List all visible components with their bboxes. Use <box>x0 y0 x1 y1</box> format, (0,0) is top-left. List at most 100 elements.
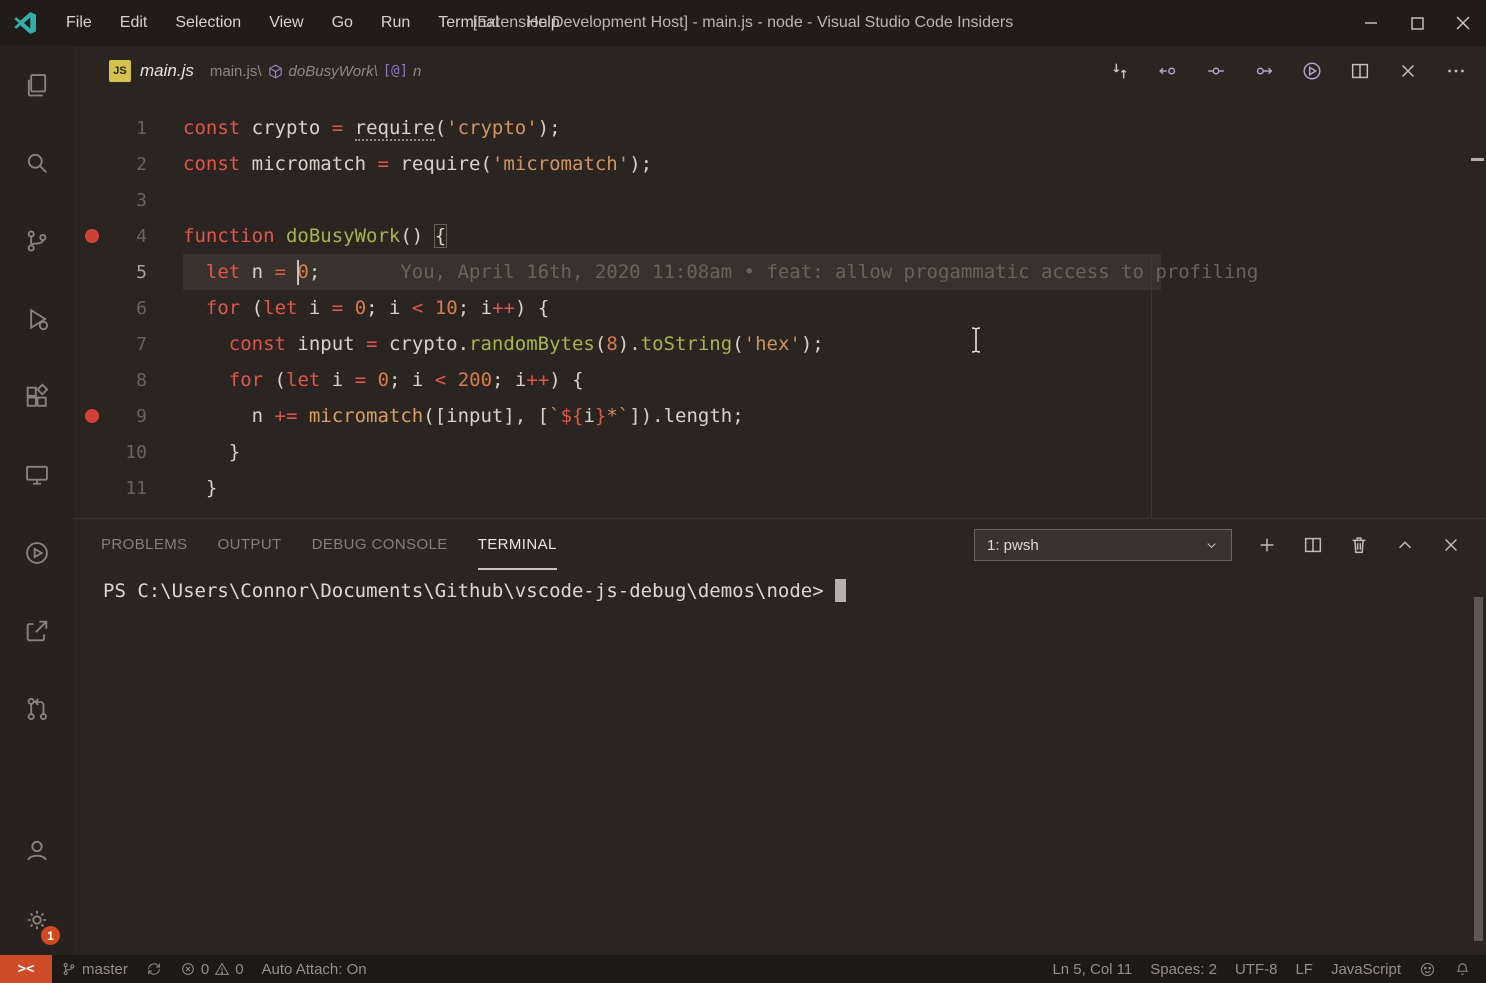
editor-header: JS main.js main.js\ doBusyWork\ [@] n <box>73 46 1486 96</box>
line-number: 11 <box>99 478 183 499</box>
line-number: 6 <box>99 298 183 319</box>
error-count: 0 <box>201 961 209 978</box>
explorer-icon[interactable] <box>0 46 73 124</box>
code-line[interactable] <box>183 182 1486 218</box>
compare-changes-icon[interactable] <box>1105 56 1135 86</box>
breakpoint-dot[interactable] <box>85 481 99 495</box>
split-editor-icon[interactable] <box>1345 56 1375 86</box>
close-editor-icon[interactable] <box>1393 56 1423 86</box>
language-mode-item[interactable]: JavaScript <box>1322 955 1410 983</box>
breakpoint-dot[interactable] <box>85 121 99 135</box>
menu-edit[interactable]: Edit <box>106 0 162 46</box>
code-line[interactable]: const input = crypto.randomBytes(8).toSt… <box>183 326 1486 362</box>
breadcrumb-file[interactable]: main.js\ <box>210 63 262 80</box>
debug-step-back-icon[interactable] <box>1153 56 1183 86</box>
maximize-button[interactable] <box>1394 0 1440 46</box>
terminal-prompt: PS C:\Users\Connor\Documents\Github\vsco… <box>103 580 824 602</box>
menu-selection[interactable]: Selection <box>161 0 255 46</box>
text-cursor <box>297 260 299 285</box>
line-number: 2 <box>99 154 183 175</box>
feedback-smiley-icon[interactable] <box>1410 955 1445 983</box>
close-window-button[interactable] <box>1440 0 1486 46</box>
tab-output[interactable]: OUTPUT <box>218 520 282 570</box>
menu-view[interactable]: View <box>255 0 317 46</box>
terminal-select[interactable]: 1: pwsh <box>974 529 1232 561</box>
settings-gear-icon[interactable]: 1 <box>0 885 73 955</box>
line-number: 3 <box>99 190 183 211</box>
split-terminal-icon[interactable] <box>1298 530 1328 560</box>
kill-terminal-icon[interactable] <box>1344 530 1374 560</box>
code-line[interactable]: n += micromatch([input], [`${i}*`]).leng… <box>183 398 1486 434</box>
title-bar: File Edit Selection View Go Run Terminal… <box>0 0 1486 46</box>
more-actions-icon[interactable] <box>1441 56 1471 86</box>
maximize-panel-icon[interactable] <box>1390 530 1420 560</box>
sync-item[interactable] <box>137 955 171 983</box>
menu-go[interactable]: Go <box>318 0 367 46</box>
menu-run[interactable]: Run <box>367 0 424 46</box>
search-icon[interactable] <box>0 124 73 202</box>
code-editor[interactable]: 1234567891011 const crypto = require('cr… <box>73 96 1486 518</box>
breadcrumb-symbol[interactable]: doBusyWork\ <box>289 63 378 80</box>
branch-name: master <box>82 961 128 978</box>
vscode-window: File Edit Selection View Go Run Terminal… <box>0 0 1486 983</box>
overview-ruler-mark <box>1471 158 1484 161</box>
line-number: 5 <box>99 262 183 283</box>
breakpoint-dot[interactable] <box>85 157 99 171</box>
auto-attach-item[interactable]: Auto Attach: On <box>253 955 376 983</box>
debug-step-over-icon[interactable] <box>1201 56 1231 86</box>
github-pull-requests-icon[interactable] <box>0 670 73 748</box>
notifications-bell-icon[interactable] <box>1445 955 1480 983</box>
encoding-item[interactable]: UTF-8 <box>1226 955 1287 983</box>
extensions-icon[interactable] <box>0 358 73 436</box>
source-control-icon[interactable] <box>0 202 73 280</box>
indentation-item[interactable]: Spaces: 2 <box>1141 955 1226 983</box>
run-and-debug-icon[interactable] <box>0 280 73 358</box>
code-line[interactable]: for (let i = 0; i < 200; i++) { <box>183 362 1486 398</box>
new-terminal-icon[interactable] <box>1252 530 1282 560</box>
cursor-position-item[interactable]: Ln 5, Col 11 <box>1043 955 1141 983</box>
breakpoint-dot[interactable] <box>85 409 99 423</box>
mouse-cursor-ibeam <box>969 326 983 359</box>
breakpoint-dot[interactable] <box>85 445 99 459</box>
tab-terminal[interactable]: TERMINAL <box>478 520 557 570</box>
debug-step-out-icon[interactable] <box>1249 56 1279 86</box>
breakpoint-dot[interactable] <box>85 265 99 279</box>
breakpoint-dot[interactable] <box>85 373 99 387</box>
menu-file[interactable]: File <box>52 0 106 46</box>
run-file-icon[interactable] <box>1297 56 1327 86</box>
code-line[interactable]: let n = 0;You, April 16th, 2020 11:08am … <box>183 254 1486 290</box>
editor-actions <box>1096 56 1480 86</box>
remote-indicator[interactable]: >< <box>0 955 52 983</box>
terminal-cursor <box>835 579 846 602</box>
code-line[interactable]: } <box>183 434 1486 470</box>
code-line[interactable]: for (let i = 0; i < 10; i++) { <box>183 290 1486 326</box>
live-share-icon[interactable] <box>0 592 73 670</box>
breadcrumb-member[interactable]: n <box>413 63 421 80</box>
code-line[interactable]: const crypto = require('crypto'); <box>183 110 1486 146</box>
problems-item[interactable]: 0 0 <box>171 955 253 983</box>
breakpoint-dot[interactable] <box>85 229 99 243</box>
line-number: 4 <box>99 226 183 247</box>
breakpoint-dot[interactable] <box>85 337 99 351</box>
file-name-label[interactable]: main.js <box>140 61 194 81</box>
line-number: 8 <box>99 370 183 391</box>
window-title: [Extension Development Host] - main.js -… <box>473 14 1013 32</box>
minimize-button[interactable] <box>1348 0 1394 46</box>
javascript-file-icon: JS <box>109 60 131 82</box>
breakpoint-dot[interactable] <box>85 193 99 207</box>
tab-debug-console[interactable]: DEBUG CONSOLE <box>312 520 448 570</box>
code-line[interactable]: function doBusyWork() { <box>183 218 1486 254</box>
remote-explorer-icon[interactable] <box>0 436 73 514</box>
close-panel-icon[interactable] <box>1436 530 1466 560</box>
git-branch-item[interactable]: master <box>52 955 137 983</box>
code-line[interactable]: } <box>183 470 1486 506</box>
terminal-scrollbar[interactable] <box>1474 597 1483 941</box>
breakpoint-dot[interactable] <box>85 301 99 315</box>
account-icon[interactable] <box>0 815 73 885</box>
editor-ruler <box>1151 254 1152 518</box>
eol-item[interactable]: LF <box>1286 955 1322 983</box>
tab-problems[interactable]: PROBLEMS <box>101 520 188 570</box>
terminal-content[interactable]: PS C:\Users\Connor\Documents\Github\vsco… <box>73 571 1486 602</box>
code-line[interactable]: const micromatch = require('micromatch')… <box>183 146 1486 182</box>
run-profile-icon[interactable] <box>0 514 73 592</box>
